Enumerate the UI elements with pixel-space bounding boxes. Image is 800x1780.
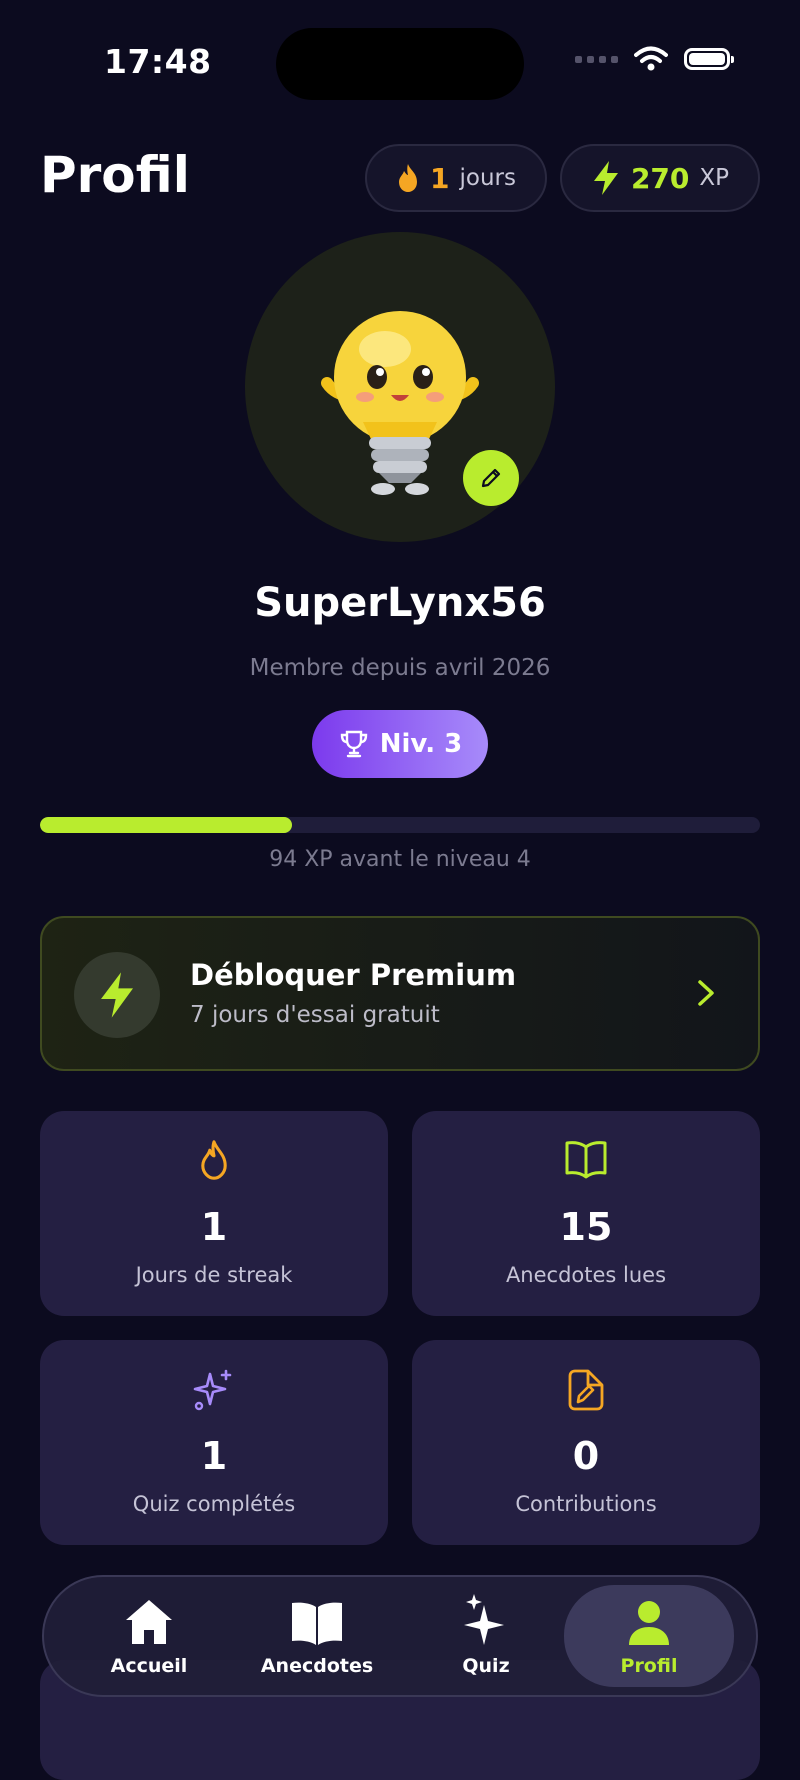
premium-icon-circle bbox=[74, 952, 160, 1038]
sparkles-icon bbox=[464, 1594, 504, 1645]
streak-count: 1 bbox=[430, 161, 450, 195]
trophy-icon bbox=[340, 730, 367, 758]
wifi-icon bbox=[634, 46, 668, 71]
edit-avatar-button[interactable] bbox=[463, 450, 519, 506]
premium-subtitle: 7 jours d'essai gratuit bbox=[190, 1002, 440, 1028]
stat-card-anecdotes: 15 Anecdotes lues bbox=[412, 1111, 760, 1316]
stat-label: Anecdotes lues bbox=[505, 1263, 667, 1287]
tab-quiz[interactable]: Quiz bbox=[401, 1585, 571, 1687]
stat-card-streak: 1 Jours de streak bbox=[40, 1111, 388, 1316]
sparkles-icon bbox=[193, 1369, 232, 1411]
flame-icon bbox=[201, 1140, 227, 1180]
tab-anecdotes[interactable]: Anecdotes bbox=[232, 1585, 402, 1687]
level-badge-label: Niv. 3 bbox=[379, 729, 463, 759]
xp-progress-fill bbox=[40, 817, 292, 833]
chevron-right-icon bbox=[698, 980, 714, 1006]
xp-pill[interactable]: 270 XP bbox=[560, 144, 760, 212]
tab-accueil[interactable]: Accueil bbox=[64, 1585, 234, 1687]
stat-value: 1 bbox=[200, 1434, 228, 1478]
xp-unit: XP bbox=[699, 165, 730, 191]
bolt-icon bbox=[593, 161, 618, 195]
xp-caption: 94 XP avant le niveau 4 bbox=[269, 847, 531, 872]
dynamic-island bbox=[276, 28, 524, 100]
user-icon bbox=[629, 1601, 669, 1645]
xp-count: 270 bbox=[630, 161, 690, 195]
stat-label: Jours de streak bbox=[135, 1263, 293, 1287]
tab-label: Quiz bbox=[462, 1655, 510, 1677]
premium-banner[interactable]: Débloquer Premium 7 jours d'essai gratui… bbox=[40, 916, 760, 1071]
stat-value: 15 bbox=[559, 1205, 613, 1249]
xp-progress-bar bbox=[40, 817, 760, 833]
stat-value: 1 bbox=[200, 1205, 228, 1249]
premium-title: Débloquer Premium bbox=[190, 958, 517, 992]
battery-icon bbox=[684, 48, 734, 70]
stat-card-quiz: 1 Quiz complétés bbox=[40, 1340, 388, 1545]
page-title: Profil bbox=[40, 146, 190, 204]
status-indicators bbox=[575, 46, 734, 72]
tab-label: Accueil bbox=[110, 1655, 188, 1677]
username: SuperLynx56 bbox=[254, 580, 546, 626]
streak-pill[interactable]: 1 jours bbox=[365, 144, 547, 212]
bottom-tab-bar: Accueil Anecdotes Quiz Profil bbox=[42, 1575, 758, 1697]
bolt-icon bbox=[101, 972, 133, 1018]
book-icon bbox=[292, 1602, 342, 1645]
tab-label: Anecdotes bbox=[260, 1655, 374, 1677]
cellular-signal-icon bbox=[575, 55, 618, 63]
streak-unit: jours bbox=[459, 165, 516, 191]
flame-icon bbox=[399, 164, 418, 192]
level-badge: Niv. 3 bbox=[312, 710, 488, 778]
home-icon bbox=[126, 1600, 172, 1644]
status-time: 17:48 bbox=[104, 42, 212, 81]
pencil-icon bbox=[481, 468, 501, 488]
book-open-icon bbox=[565, 1141, 607, 1179]
stat-label: Quiz complétés bbox=[132, 1492, 296, 1516]
file-edit-icon bbox=[568, 1369, 604, 1411]
stat-value: 0 bbox=[572, 1434, 600, 1478]
stat-card-contributions: 0 Contributions bbox=[412, 1340, 760, 1545]
tab-profil[interactable]: Profil bbox=[564, 1585, 734, 1687]
stat-label: Contributions bbox=[515, 1492, 657, 1516]
tab-label: Profil bbox=[620, 1655, 678, 1677]
member-since: Membre depuis avril 2026 bbox=[249, 655, 551, 681]
